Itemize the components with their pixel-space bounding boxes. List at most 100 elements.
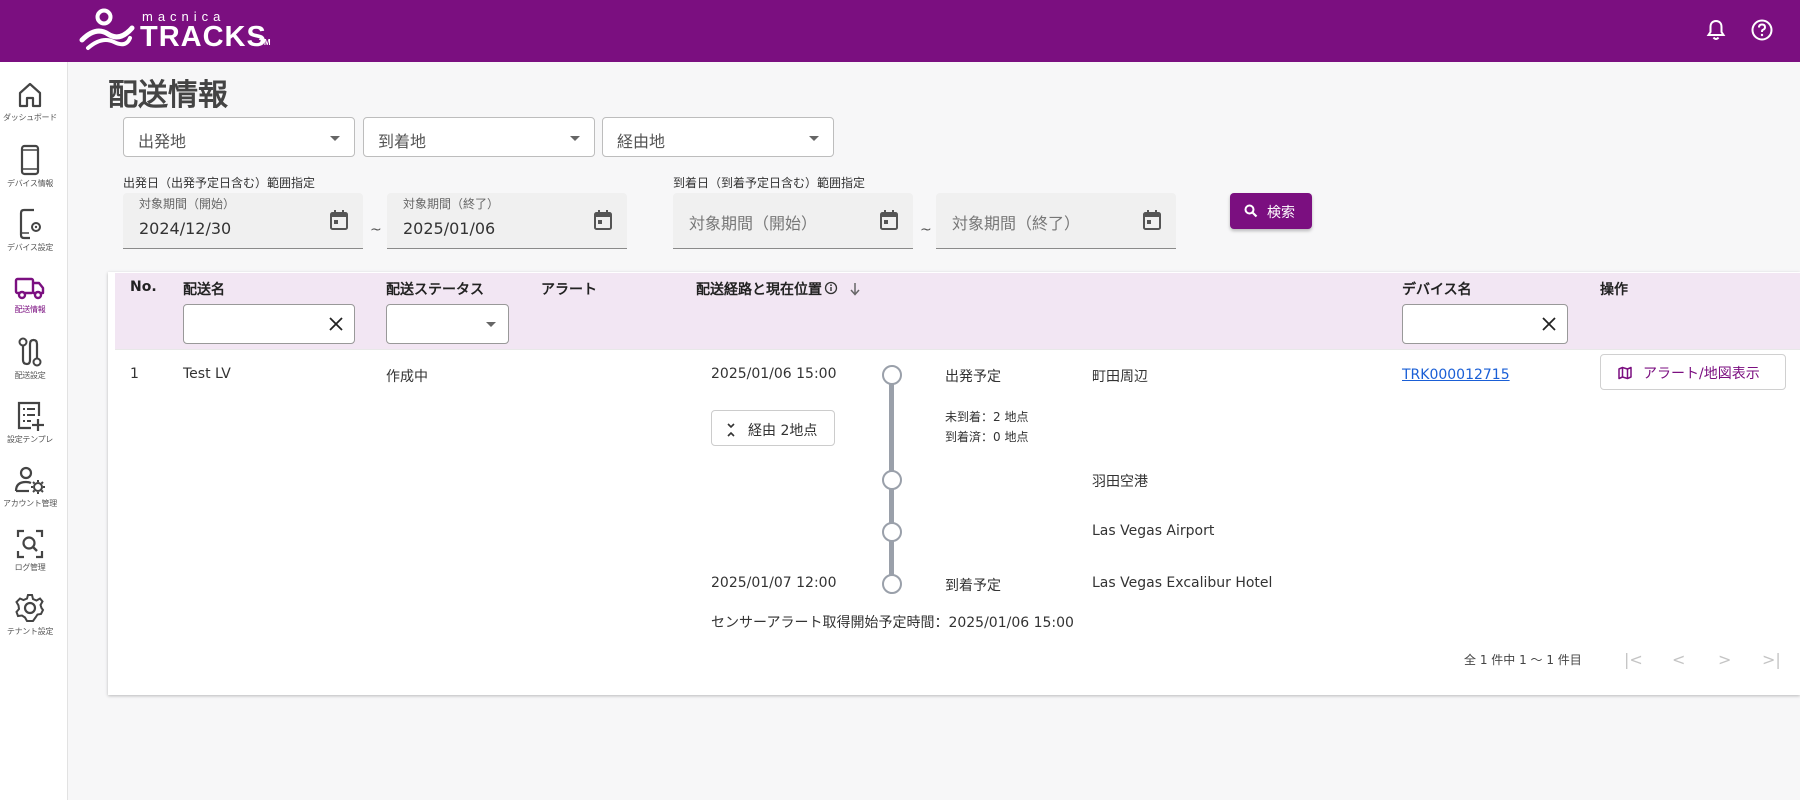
sidebar-item-label: ログ管理 (14, 563, 46, 572)
first-page-icon[interactable]: |< (1624, 650, 1643, 669)
departure-range-label: 出発日（出発予定日含む）範囲指定 (123, 176, 316, 190)
field-value: 2025/01/06 (403, 219, 496, 238)
device-filter-input[interactable] (1402, 304, 1568, 344)
map-icon (1618, 366, 1632, 380)
column-header-status[interactable]: 配送ステータス (386, 279, 484, 299)
sidebar-item-log-management[interactable]: ログ管理 (0, 528, 60, 588)
column-header-device[interactable]: デバイス名 (1402, 279, 1472, 299)
route-icon (18, 337, 42, 367)
sidebar-item-label: 配送情報 (14, 305, 46, 314)
truck-icon (14, 277, 45, 300)
departure-start-date-field[interactable]: 対象期間（開始） 2024/12/30 (123, 193, 363, 249)
next-page-icon[interactable]: > (1718, 650, 1731, 669)
sidebar-item-label: デバイス設定 (7, 243, 53, 252)
help-circle-icon[interactable] (1749, 17, 1775, 43)
sidebar-item-label: 設定テンプレ (7, 435, 53, 444)
row-status: 作成中 (386, 369, 428, 385)
logo-big-text: TRACKS (140, 21, 267, 53)
sidebar-item-label: ダッシュボード (3, 113, 57, 122)
column-header-action: 操作 (1600, 282, 1628, 298)
sidebar-item-device-settings[interactable]: デバイス設定 (0, 208, 60, 268)
arrival-end-date-field[interactable]: 対象期間（終了） (936, 193, 1176, 249)
destination-select-placeholder: 到着地 (378, 132, 427, 151)
account-settings-icon (14, 466, 45, 494)
alert-map-button[interactable]: アラート/地図表示 (1600, 354, 1786, 390)
arrival-time: 2025/01/07 12:00 (711, 575, 837, 591)
departure-time: 2025/01/06 15:00 (711, 366, 837, 382)
info-icon[interactable] (824, 281, 838, 295)
last-page-icon[interactable]: >| (1762, 650, 1781, 669)
range-separator: ~ (920, 222, 932, 238)
top-app-bar: macnica TRACKS TM (0, 0, 1800, 62)
gear-icon (15, 594, 45, 622)
pagination-summary: 全 1 件中 1 〜 1 件目 (1464, 653, 1582, 667)
clear-icon[interactable] (328, 316, 344, 332)
chevron-down-icon (809, 136, 819, 141)
field-placeholder: 対象期間（終了） (952, 214, 1081, 233)
row-no: 1 (130, 366, 139, 382)
sensor-alert-start-time: センサーアラート取得開始予定時間：2025/01/06 15:00 (711, 615, 1074, 631)
search-button[interactable]: 検索 (1230, 193, 1312, 229)
arrival-status: 到着予定 (945, 578, 1001, 594)
arrived-count: 到着済：0 地点 (945, 430, 1029, 444)
timeline-node-departure (882, 365, 902, 385)
origin-select-placeholder: 出発地 (138, 132, 187, 151)
calendar-icon[interactable] (329, 209, 349, 231)
logo-pin-icon (79, 8, 135, 50)
origin-select[interactable]: 出発地 (123, 117, 355, 157)
status-filter-select[interactable] (386, 304, 509, 344)
destination-select[interactable]: 到着地 (363, 117, 595, 157)
row-delivery-name: Test LV (183, 366, 231, 382)
page-title: 配送情報 (108, 78, 228, 113)
calendar-icon[interactable] (879, 209, 899, 231)
arrival-place: Las Vegas Excalibur Hotel (1092, 575, 1273, 591)
sidebar-item-label: テナント設定 (6, 627, 54, 636)
via-point-1: 羽田空港 (1092, 474, 1148, 490)
sidebar-item-settings-template[interactable]: 設定テンプレ (0, 400, 60, 460)
column-header-route[interactable]: 配送経路と現在位置 (696, 279, 822, 299)
template-icon (17, 401, 44, 431)
bell-icon[interactable] (1703, 17, 1729, 43)
sidebar-item-dashboard[interactable]: ダッシュボード (0, 80, 60, 140)
column-header-alert[interactable]: アラート (541, 279, 597, 299)
sidebar-item-delivery-info[interactable]: 配送情報 (0, 272, 60, 332)
sidebar-item-label: 配送設定 (14, 371, 46, 380)
home-icon (18, 82, 42, 108)
app-logo[interactable]: macnica TRACKS TM (78, 8, 278, 54)
sidebar-item-account-management[interactable]: アカウント管理 (0, 464, 60, 524)
range-separator: ~ (370, 222, 382, 238)
prev-page-icon[interactable]: < (1672, 650, 1685, 669)
via-points-toggle-label: 経由 2地点 (748, 423, 818, 439)
chevron-down-icon (330, 136, 340, 141)
arrival-start-date-field[interactable]: 対象期間（開始） (673, 193, 913, 249)
sidebar-item-label: アカウント管理 (3, 499, 57, 508)
logo-tm-text: TM (259, 38, 271, 47)
clear-icon[interactable] (1541, 316, 1557, 332)
row-divider (115, 349, 1800, 350)
search-icon (1244, 204, 1258, 218)
field-label: 対象期間（終了） (403, 197, 500, 211)
sidebar-item-tenant-settings[interactable]: テナント設定 (0, 592, 60, 652)
departure-place: 町田周辺 (1092, 369, 1148, 385)
search-button-label: 検索 (1267, 205, 1295, 221)
via-select[interactable]: 経由地 (602, 117, 834, 157)
sort-arrow-down-icon[interactable] (849, 282, 861, 296)
calendar-icon[interactable] (593, 209, 613, 231)
sidebar-nav: ダッシュボード デバイス情報 デバイス設定 配送情報 配送設定 設定テンプレ ア… (0, 62, 68, 800)
phone-icon (20, 144, 40, 176)
departure-end-date-field[interactable]: 対象期間（終了） 2025/01/06 (387, 193, 627, 249)
log-search-icon (16, 529, 44, 559)
alert-map-button-label: アラート/地図表示 (1643, 366, 1760, 382)
chevron-down-icon (486, 322, 496, 327)
sidebar-item-delivery-settings[interactable]: 配送設定 (0, 336, 60, 396)
device-link[interactable]: TRK000012715 (1402, 367, 1510, 383)
field-value: 2024/12/30 (139, 219, 232, 238)
column-header-name[interactable]: 配送名 (183, 279, 225, 299)
name-filter-input[interactable] (183, 304, 355, 344)
sidebar-item-device-info[interactable]: デバイス情報 (0, 144, 60, 204)
calendar-icon[interactable] (1142, 209, 1162, 231)
collapse-expand-icon (727, 423, 735, 437)
via-points-toggle-button[interactable]: 経由 2地点 (711, 410, 835, 446)
chevron-down-icon (570, 136, 580, 141)
departure-status: 出発予定 (945, 369, 1001, 385)
